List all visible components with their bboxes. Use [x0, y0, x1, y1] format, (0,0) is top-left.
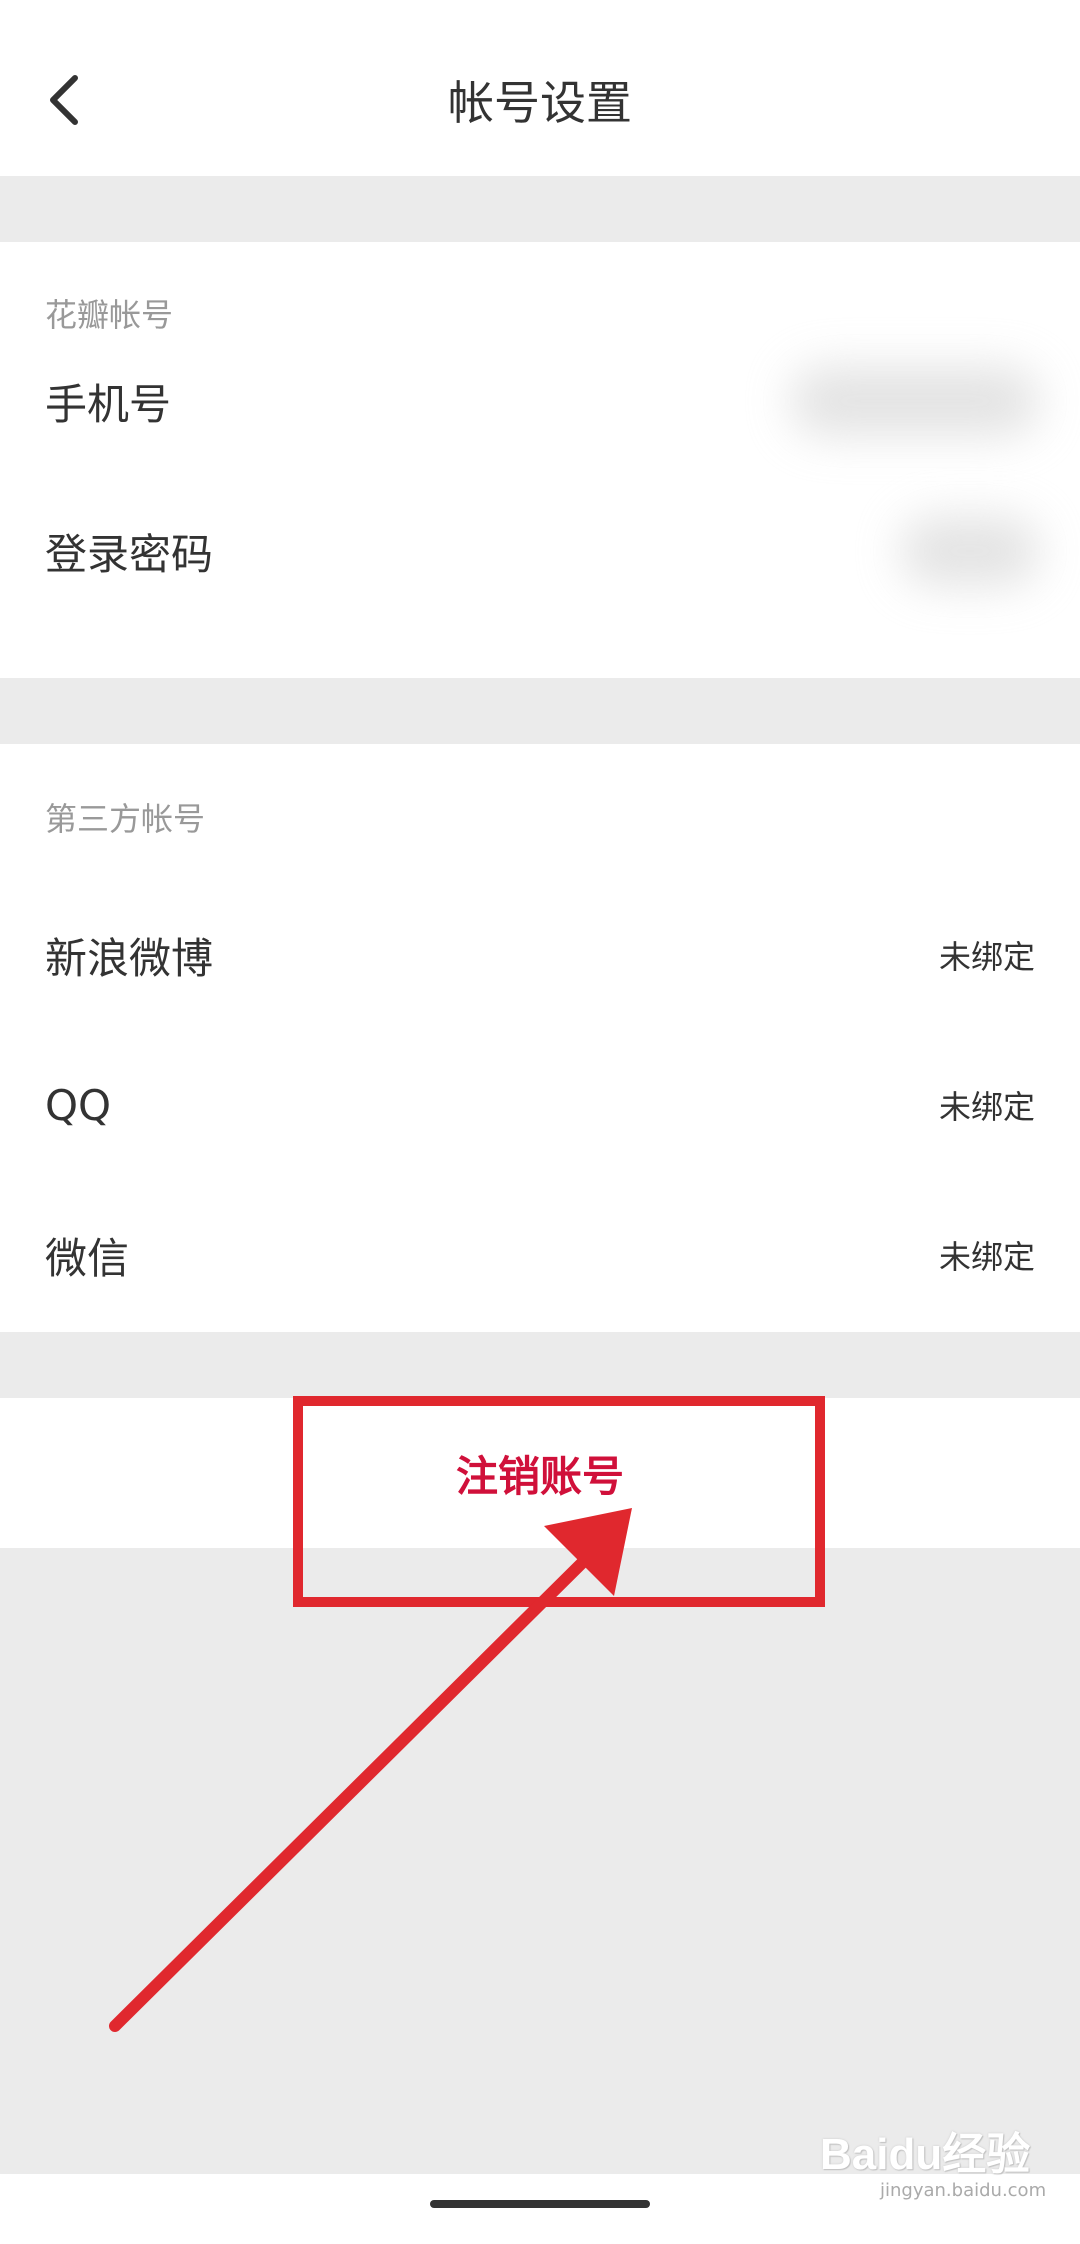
weibo-label: 新浪微博 — [45, 933, 214, 983]
phone-value-blurred — [790, 366, 1040, 436]
qq-row[interactable]: QQ 未绑定 — [0, 1030, 1080, 1180]
phone-row[interactable]: 手机号 — [0, 326, 1080, 476]
qq-label: QQ — [45, 1080, 112, 1130]
weibo-row[interactable]: 新浪微博 未绑定 — [0, 880, 1080, 1030]
qq-status: 未绑定 — [938, 1088, 1035, 1126]
huaban-account-section: 花瓣帐号 手机号 登录密码 — [0, 242, 1080, 678]
phone-label: 手机号 — [45, 379, 172, 429]
home-indicator[interactable] — [430, 2200, 650, 2208]
wechat-status: 未绑定 — [938, 1238, 1035, 1276]
wechat-label: 微信 — [45, 1233, 130, 1283]
third-party-account-section: 第三方帐号 新浪微博 未绑定 QQ 未绑定 微信 未绑定 — [0, 744, 1080, 1332]
baidu-watermark: Baidu经验 — [820, 2130, 1031, 2179]
page-title: 帐号设置 — [448, 76, 632, 130]
section-label-third-party: 第三方帐号 — [45, 800, 206, 838]
header: 帐号设置 — [0, 0, 1080, 176]
deactivate-section: 注销账号 — [0, 1398, 1080, 1548]
password-value-blurred — [900, 516, 1040, 586]
deactivate-account-button[interactable]: 注销账号 — [0, 1398, 1080, 1548]
password-row[interactable]: 登录密码 — [0, 476, 1080, 626]
wechat-row[interactable]: 微信 未绑定 — [0, 1180, 1080, 1330]
weibo-status: 未绑定 — [938, 938, 1035, 976]
password-label: 登录密码 — [45, 529, 214, 579]
baidu-watermark-url: jingyan.baidu.com — [880, 2180, 1047, 2201]
